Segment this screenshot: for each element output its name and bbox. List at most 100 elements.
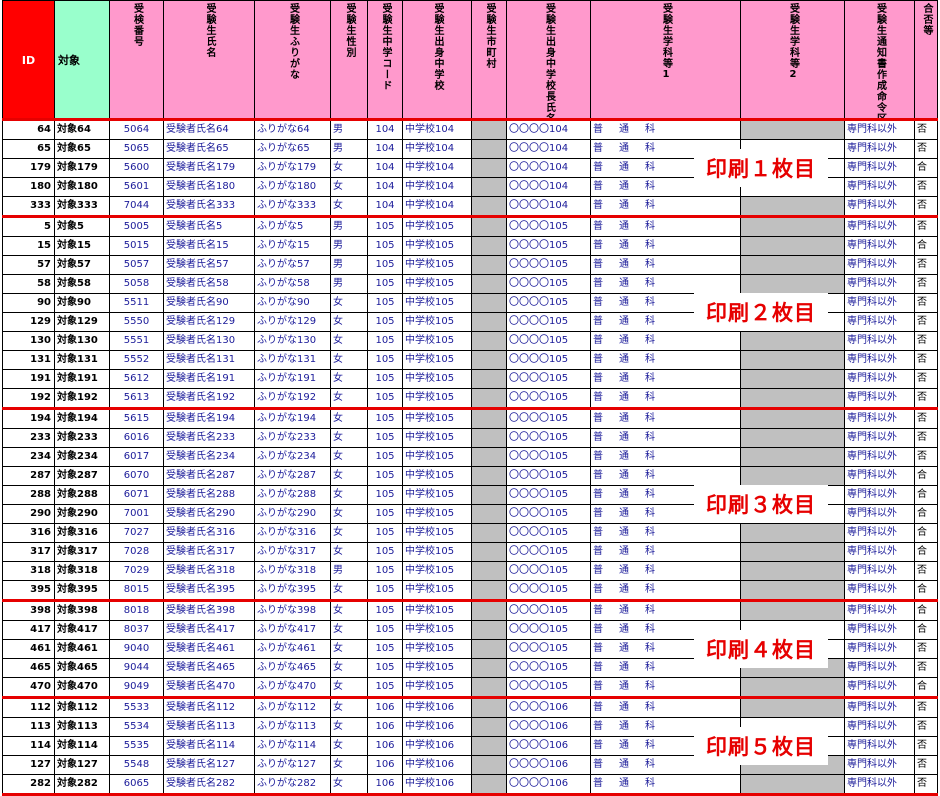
cell-city[interactable] (471, 580, 507, 602)
cell-jhs[interactable]: 中学校104 (402, 196, 472, 218)
cell-city[interactable] (471, 485, 507, 505)
cell-sex[interactable]: 女 (330, 504, 368, 524)
cell-name[interactable]: 受験者氏名287 (163, 466, 255, 486)
cell-notice[interactable]: 専門科以外 (844, 447, 915, 467)
cell-jhs-code[interactable]: 106 (367, 755, 403, 775)
cell-principal[interactable]: 〇〇〇〇105 (506, 580, 591, 602)
cell-jhs[interactable]: 中学校105 (402, 331, 472, 351)
cell-exam-no[interactable]: 6071 (109, 485, 164, 505)
cell-exam-no[interactable]: 5534 (109, 717, 164, 737)
cell-notice[interactable]: 専門科以外 (844, 485, 915, 505)
cell-city[interactable] (471, 274, 507, 294)
cell-jhs-code[interactable]: 105 (367, 639, 403, 659)
cell-exam-no[interactable]: 6070 (109, 466, 164, 486)
cell-kana[interactable]: ふりがな113 (254, 717, 331, 737)
cell-jhs-code[interactable]: 105 (367, 407, 403, 429)
cell-jhs-code[interactable]: 106 (367, 736, 403, 756)
cell-id[interactable]: 316 (2, 523, 55, 543)
cell-kana[interactable]: ふりがな112 (254, 696, 331, 718)
cell-kana[interactable]: ふりがな180 (254, 177, 331, 197)
cell-jhs[interactable]: 中学校105 (402, 312, 472, 332)
cell-course1[interactable]: 普通科 (590, 331, 741, 351)
cell-principal[interactable]: 〇〇〇〇105 (506, 215, 591, 237)
cell-notice[interactable]: 専門科以外 (844, 755, 915, 775)
cell-kana[interactable]: ふりがな417 (254, 620, 331, 640)
cell-principal[interactable]: 〇〇〇〇105 (506, 407, 591, 429)
table-row[interactable]: 398 対象398 8018 受験者氏名398 ふりがな398 女 105 中学校105 〇〇〇… (2, 599, 938, 621)
cell-principal[interactable]: 〇〇〇〇105 (506, 388, 591, 410)
cell-pass[interactable]: 否 (914, 215, 938, 237)
header-course2[interactable]: 受験生学科等2 (740, 0, 845, 120)
table-row[interactable]: 287 対象287 6070 受験者氏名287 ふりがな287 女 105 中学校105 〇〇〇… (2, 466, 938, 486)
cell-city[interactable] (471, 293, 507, 313)
cell-target[interactable]: 対象65 (54, 139, 110, 159)
cell-notice[interactable]: 専門科以外 (844, 620, 915, 640)
cell-principal[interactable]: 〇〇〇〇105 (506, 542, 591, 562)
table-row[interactable]: 192 対象192 5613 受験者氏名192 ふりがな192 女 105 中学校105 〇〇〇… (2, 388, 938, 410)
cell-kana[interactable]: ふりがな58 (254, 274, 331, 294)
table-row[interactable]: 233 対象233 6016 受験者氏名233 ふりがな233 女 105 中学校105 〇〇〇… (2, 428, 938, 448)
cell-course2[interactable] (740, 388, 845, 410)
cell-jhs[interactable]: 中学校105 (402, 428, 472, 448)
cell-pass[interactable]: 否 (914, 118, 938, 140)
cell-jhs[interactable]: 中学校105 (402, 580, 472, 602)
cell-sex[interactable]: 女 (330, 717, 368, 737)
cell-name[interactable]: 受験者氏名58 (163, 274, 255, 294)
cell-pass[interactable]: 否 (914, 196, 938, 218)
cell-id[interactable]: 191 (2, 369, 55, 389)
table-row[interactable]: 64 対象64 5064 受験者氏名64 ふりがな64 男 104 中学校104 〇〇〇〇104… (2, 118, 938, 140)
cell-principal[interactable]: 〇〇〇〇106 (506, 717, 591, 737)
cell-exam-no[interactable]: 5057 (109, 255, 164, 275)
cell-kana[interactable]: ふりがな64 (254, 118, 331, 140)
cell-course1[interactable]: 普通科 (590, 561, 741, 581)
cell-jhs-code[interactable]: 105 (367, 388, 403, 410)
table-row[interactable]: 317 対象317 7028 受験者氏名317 ふりがな317 女 105 中学校105 〇〇〇… (2, 542, 938, 562)
cell-course1[interactable]: 普通科 (590, 466, 741, 486)
cell-jhs-code[interactable]: 105 (367, 312, 403, 332)
cell-principal[interactable]: 〇〇〇〇105 (506, 485, 591, 505)
cell-sex[interactable]: 女 (330, 466, 368, 486)
cell-jhs-code[interactable]: 105 (367, 677, 403, 699)
cell-sex[interactable]: 女 (330, 658, 368, 678)
cell-city[interactable] (471, 542, 507, 562)
cell-principal[interactable]: 〇〇〇〇105 (506, 599, 591, 621)
cell-jhs[interactable]: 中学校104 (402, 177, 472, 197)
cell-name[interactable]: 受験者氏名131 (163, 350, 255, 370)
cell-kana[interactable]: ふりがな333 (254, 196, 331, 218)
header-sex[interactable]: 受験生性別 (330, 0, 368, 120)
cell-kana[interactable]: ふりがな461 (254, 639, 331, 659)
cell-kana[interactable]: ふりがな65 (254, 139, 331, 159)
cell-jhs[interactable]: 中学校105 (402, 447, 472, 467)
cell-notice[interactable]: 専門科以外 (844, 118, 915, 140)
cell-target[interactable]: 対象64 (54, 118, 110, 140)
cell-exam-no[interactable]: 5601 (109, 177, 164, 197)
cell-name[interactable]: 受験者氏名461 (163, 639, 255, 659)
cell-principal[interactable]: 〇〇〇〇105 (506, 428, 591, 448)
cell-course2[interactable] (740, 350, 845, 370)
cell-target[interactable]: 対象417 (54, 620, 110, 640)
cell-jhs-code[interactable]: 106 (367, 717, 403, 737)
cell-notice[interactable]: 専門科以外 (844, 331, 915, 351)
cell-name[interactable]: 受験者氏名233 (163, 428, 255, 448)
cell-id[interactable]: 192 (2, 388, 55, 410)
cell-city[interactable] (471, 139, 507, 159)
cell-notice[interactable]: 専門科以外 (844, 274, 915, 294)
cell-target[interactable]: 対象461 (54, 639, 110, 659)
cell-course2[interactable] (740, 236, 845, 256)
cell-jhs[interactable]: 中学校105 (402, 523, 472, 543)
cell-principal[interactable]: 〇〇〇〇105 (506, 350, 591, 370)
cell-pass[interactable]: 否 (914, 293, 938, 313)
cell-sex[interactable]: 女 (330, 407, 368, 429)
cell-city[interactable] (471, 677, 507, 699)
cell-exam-no[interactable]: 5511 (109, 293, 164, 313)
cell-city[interactable] (471, 407, 507, 429)
cell-jhs[interactable]: 中学校105 (402, 599, 472, 621)
cell-jhs-code[interactable]: 105 (367, 350, 403, 370)
cell-sex[interactable]: 男 (330, 139, 368, 159)
cell-name[interactable]: 受験者氏名179 (163, 158, 255, 178)
cell-city[interactable] (471, 599, 507, 621)
cell-id[interactable]: 114 (2, 736, 55, 756)
cell-target[interactable]: 対象129 (54, 312, 110, 332)
cell-city[interactable] (471, 639, 507, 659)
cell-principal[interactable]: 〇〇〇〇105 (506, 677, 591, 699)
